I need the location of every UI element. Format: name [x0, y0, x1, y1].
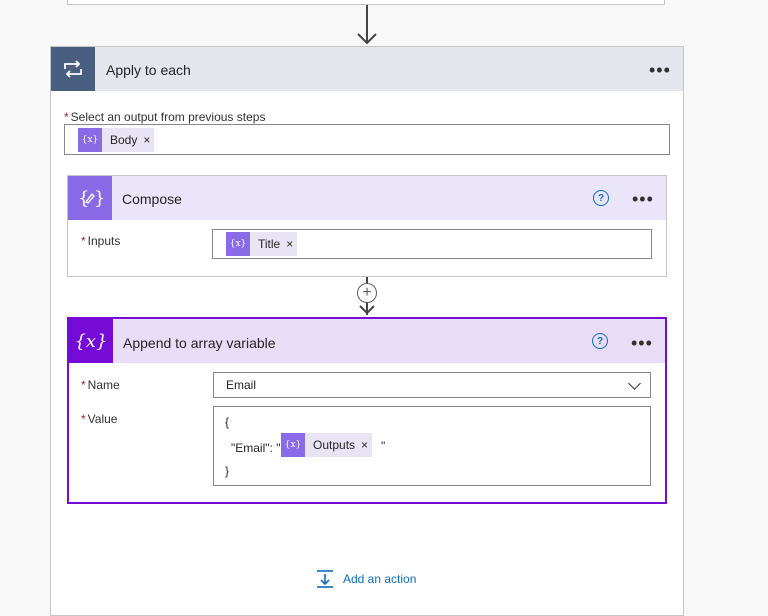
connector-arrow-top-icon: [357, 33, 377, 45]
name-dropdown-value: Email: [226, 378, 257, 392]
loop-icon: [51, 47, 95, 91]
apply-to-each-title: Apply to each: [106, 62, 191, 78]
name-dropdown[interactable]: Email: [213, 372, 651, 398]
expression-icon: {x}: [281, 433, 305, 457]
title-token[interactable]: {x} Title ×: [226, 232, 298, 256]
title-token-remove-button[interactable]: ×: [286, 237, 297, 251]
outputs-token[interactable]: {x} Outputs ×: [281, 433, 373, 457]
inputs-field[interactable]: {x} Title ×: [212, 229, 652, 259]
inputs-label: * Inputs: [81, 234, 120, 248]
name-label-text: Name: [87, 378, 120, 392]
outputs-token-label: Outputs: [313, 438, 356, 452]
append-help-icon[interactable]: ?: [592, 333, 608, 349]
body-token[interactable]: {x} Body ×: [78, 128, 155, 152]
value-field[interactable]: { "Email": " {x} Outputs × " }: [213, 406, 651, 486]
value-label-text: Value: [87, 412, 118, 426]
compose-title: Compose: [122, 191, 182, 207]
apply-to-each-more-button[interactable]: •••: [649, 61, 671, 79]
select-output-input[interactable]: {x} Body ×: [64, 124, 670, 155]
add-action-button[interactable]: Add an action: [315, 569, 416, 589]
connector-arrow-middle-icon: [359, 305, 375, 315]
required-marker: *: [81, 378, 86, 392]
select-output-label: * Select an output from previous steps: [64, 110, 265, 124]
expression-icon: {x}: [226, 232, 250, 256]
expression-icon: {x}: [78, 128, 102, 152]
append-more-button[interactable]: •••: [631, 334, 653, 352]
variable-icon: {x}: [69, 319, 113, 363]
chevron-down-icon[interactable]: [628, 377, 641, 390]
add-action-label: Add an action: [343, 572, 417, 586]
svg-text:{: {: [78, 188, 89, 209]
title-token-label: Title: [258, 237, 281, 251]
add-action-icon: [317, 570, 333, 588]
select-output-label-text: Select an output from previous steps: [70, 110, 266, 124]
value-label: * Value: [81, 412, 117, 426]
body-token-label: Body: [110, 133, 138, 147]
required-marker: *: [64, 110, 69, 124]
append-to-array-title: Append to array variable: [123, 335, 276, 351]
append-to-array-header[interactable]: {x} Append to array variable ? •••: [69, 319, 665, 363]
compose-icon: { }: [68, 176, 112, 220]
compose-more-button[interactable]: •••: [632, 190, 654, 208]
compose-help-icon[interactable]: ?: [593, 190, 609, 206]
value-key-prefix: "Email": ": [231, 441, 281, 455]
required-marker: *: [81, 234, 86, 248]
name-label: * Name: [81, 378, 120, 392]
append-to-array-card: {x} Append to array variable ? ••• * Name…: [67, 317, 667, 504]
svg-text:}: }: [94, 188, 103, 209]
compose-header[interactable]: { } Compose ? •••: [68, 176, 666, 220]
value-open-brace: {: [225, 415, 230, 429]
value-key-suffix: ": [381, 439, 386, 453]
required-marker: *: [81, 412, 86, 426]
apply-to-each-header[interactable]: Apply to each •••: [51, 47, 683, 91]
compose-card: { } Compose ? ••• *Inputs {x} Title ×: [67, 175, 667, 277]
outputs-token-remove-button[interactable]: ×: [361, 438, 372, 452]
body-token-remove-button[interactable]: ×: [143, 133, 154, 147]
insert-step-button[interactable]: +: [357, 283, 377, 303]
inputs-label-text: Inputs: [87, 234, 121, 248]
value-close-brace: }: [225, 464, 230, 478]
